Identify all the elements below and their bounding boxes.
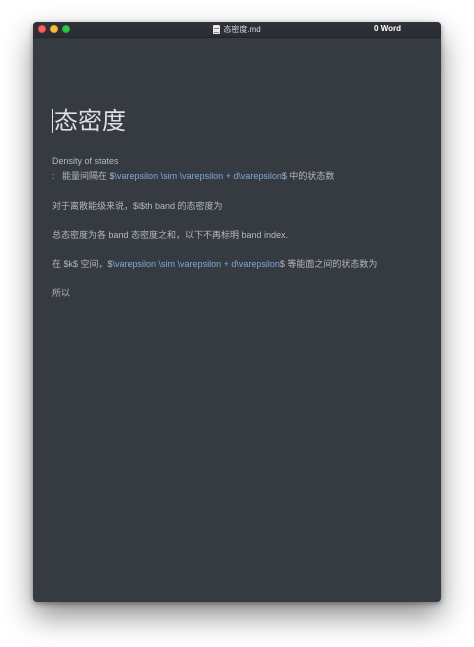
- minimize-window-button[interactable]: [50, 25, 58, 33]
- paragraph-3-after: $ 等能面之间的状态数为: [279, 259, 378, 269]
- title-bar[interactable]: 态密度.md 0 Word: [33, 22, 441, 38]
- document-icon: [213, 25, 221, 34]
- paragraph-4[interactable]: 所以: [52, 286, 421, 301]
- definition-term[interactable]: Density of states: [52, 154, 421, 169]
- editor-window: 态密度.md 0 Word 态密度 Density of states : 能量…: [33, 22, 441, 602]
- paragraph-1[interactable]: 对于离散能级来说，$i$th band 的态密度为: [52, 199, 421, 214]
- inline-math: \varepsilon \sim \varepsilon + d\varepsi…: [114, 171, 282, 181]
- definition-text-before: 能量间隔在 $: [62, 171, 115, 181]
- inline-math: \varepsilon \sim \varepsilon + d\varepsi…: [112, 259, 280, 269]
- file-name: 态密度.md: [223, 25, 261, 34]
- paragraph-3[interactable]: 在 $k$ 空间，$\varepsilon \sim \varepsilon +…: [52, 257, 421, 272]
- heading-text: 态密度: [54, 108, 126, 135]
- editor-content[interactable]: 态密度 Density of states : 能量间隔在 $\varepsil…: [52, 106, 421, 315]
- maximize-window-button[interactable]: [62, 25, 70, 33]
- word-count[interactable]: 0 Word: [374, 24, 401, 33]
- close-window-button[interactable]: [38, 25, 46, 33]
- definition-text-after: $ 中的状态数: [281, 171, 335, 181]
- text-cursor: [52, 109, 53, 134]
- document-heading[interactable]: 态密度: [52, 106, 421, 138]
- definition-colon: :: [52, 171, 55, 181]
- paragraph-2[interactable]: 总态密度为各 band 态密度之和，以下不再标明 band index.: [52, 228, 421, 243]
- paragraph-3-before: 在 $k$ 空间，$: [52, 259, 113, 269]
- definition-description[interactable]: : 能量间隔在 $\varepsilon \sim \varepsilon + …: [52, 169, 421, 184]
